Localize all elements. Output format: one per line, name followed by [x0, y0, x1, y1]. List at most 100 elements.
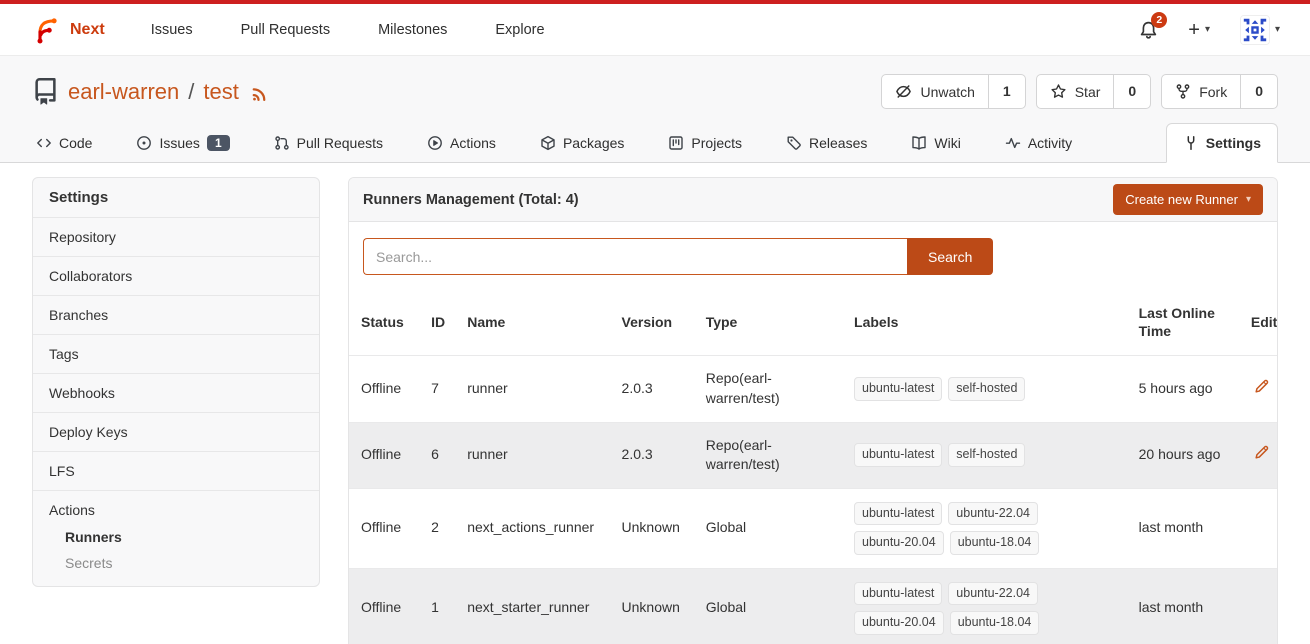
label-pill: ubuntu-22.04 [948, 582, 1038, 606]
tag-icon [786, 135, 802, 151]
plus-icon: + [1188, 20, 1200, 40]
label-pill: self-hosted [948, 443, 1025, 467]
label-pill: self-hosted [948, 377, 1025, 401]
panel-header: Runners Management (Total: 4) Create new… [349, 178, 1277, 222]
unwatch-button[interactable]: Unwatch [882, 75, 987, 108]
repo-action-buttons: Unwatch 1 Star 0 [881, 74, 1278, 109]
unwatch-label: Unwatch [920, 84, 974, 100]
edit-runner-button[interactable] [1253, 444, 1270, 461]
tab-settings[interactable]: Settings [1166, 123, 1278, 163]
runner-labels: ubuntu-latest self-hosted [854, 443, 1054, 467]
edit-runner-button[interactable] [1253, 378, 1270, 395]
label-pill: ubuntu-latest [854, 582, 942, 606]
table-row: Offline 1 next_starter_runner Unknown Gl… [349, 568, 1277, 644]
star-button-group: Star 0 [1036, 74, 1151, 109]
forgejo-logo-icon [30, 15, 60, 45]
forks-count[interactable]: 0 [1240, 75, 1277, 108]
settings-sidebar: Settings Repository Collaborators Branch… [32, 177, 320, 587]
tab-projects[interactable]: Projects [664, 124, 746, 162]
runner-id: 6 [419, 422, 455, 488]
label-pill: ubuntu-18.04 [950, 531, 1040, 555]
rss-feed-icon[interactable] [250, 83, 270, 103]
create-new-menu[interactable]: + ▾ [1188, 20, 1210, 40]
label-pill: ubuntu-20.04 [854, 611, 944, 635]
label-pill: ubuntu-latest [854, 443, 942, 467]
user-menu[interactable]: ▾ [1240, 15, 1280, 45]
star-button[interactable]: Star [1037, 75, 1114, 108]
runner-status: Offline [349, 488, 419, 568]
create-runner-button[interactable]: Create new Runner ▾ [1113, 184, 1263, 215]
col-id: ID [419, 289, 455, 356]
tab-packages[interactable]: Packages [536, 124, 628, 162]
runner-name: runner [455, 422, 609, 488]
home-brand-link[interactable]: Next [30, 15, 105, 45]
runner-last-online: 5 hours ago [1127, 356, 1239, 422]
runner-version: 2.0.3 [610, 422, 694, 488]
table-row: Offline 2 next_actions_runner Unknown Gl… [349, 488, 1277, 568]
sidebar-item-secrets[interactable]: Secrets [33, 550, 319, 576]
watchers-count[interactable]: 1 [988, 75, 1025, 108]
notifications-button[interactable]: 2 [1139, 20, 1158, 40]
stars-count[interactable]: 0 [1113, 75, 1150, 108]
nav-link-pull-requests[interactable]: Pull Requests [241, 22, 330, 38]
runner-name: next_actions_runner [455, 488, 609, 568]
tab-pull-requests[interactable]: Pull Requests [270, 124, 387, 162]
issues-count-badge: 1 [207, 135, 230, 151]
navbar-right: 2 + ▾ ▾ [1139, 15, 1280, 45]
sidebar-item-deploy-keys[interactable]: Deploy Keys [33, 412, 319, 451]
chevron-down-icon: ▾ [1205, 24, 1210, 35]
repo-separator: / [188, 79, 194, 105]
play-circle-icon [427, 135, 443, 151]
nav-link-milestones[interactable]: Milestones [378, 22, 447, 38]
wrench-icon [1183, 135, 1199, 151]
search-row: Search [349, 222, 1277, 289]
tab-actions[interactable]: Actions [423, 124, 500, 162]
sidebar-header-settings: Settings [33, 178, 319, 217]
chevron-down-icon: ▾ [1246, 194, 1251, 205]
table-header-row: Status ID Name Version Type Labels Last … [349, 289, 1277, 356]
book-icon [911, 135, 927, 151]
chevron-down-icon: ▾ [1275, 24, 1280, 35]
sidebar-item-collaborators[interactable]: Collaborators [33, 256, 319, 295]
tab-issues[interactable]: Issues 1 [132, 124, 233, 162]
repo-owner-link[interactable]: earl-warren [68, 79, 179, 105]
label-pill: ubuntu-latest [854, 377, 942, 401]
nav-link-issues[interactable]: Issues [151, 22, 193, 38]
sidebar-item-webhooks[interactable]: Webhooks [33, 373, 319, 412]
runner-type: Repo(earl-warren/test) [706, 369, 822, 408]
col-status: Status [349, 289, 419, 356]
fork-button[interactable]: Fork [1162, 75, 1240, 108]
nav-link-explore[interactable]: Explore [495, 22, 544, 38]
tab-releases[interactable]: Releases [782, 124, 871, 162]
runner-name: runner [455, 356, 609, 422]
sidebar-item-lfs[interactable]: LFS [33, 451, 319, 490]
label-pill: ubuntu-latest [854, 502, 942, 526]
runners-table: Status ID Name Version Type Labels Last … [349, 289, 1277, 644]
search-input[interactable] [363, 238, 907, 275]
sidebar-item-repository[interactable]: Repository [33, 217, 319, 256]
runner-name: next_starter_runner [455, 568, 609, 644]
col-labels: Labels [842, 289, 1127, 356]
runner-id: 2 [419, 488, 455, 568]
runner-version: 2.0.3 [610, 356, 694, 422]
repo-name-link[interactable]: test [203, 79, 238, 105]
label-pill: ubuntu-20.04 [854, 531, 944, 555]
search-button[interactable]: Search [907, 238, 993, 275]
sidebar-item-branches[interactable]: Branches [33, 295, 319, 334]
sidebar-item-runners[interactable]: Runners [33, 524, 319, 550]
col-type: Type [694, 289, 842, 356]
page-content: Settings Repository Collaborators Branch… [0, 163, 1310, 644]
eye-slash-icon [895, 83, 912, 100]
table-row: Offline 6 runner 2.0.3 Repo(earl-warren/… [349, 422, 1277, 488]
col-last-online: Last Online Time [1127, 289, 1239, 356]
tab-wiki[interactable]: Wiki [907, 124, 964, 162]
project-board-icon [668, 135, 684, 151]
tab-activity[interactable]: Activity [1001, 124, 1076, 162]
runner-version: Unknown [610, 488, 694, 568]
tab-code[interactable]: Code [32, 124, 96, 162]
runner-type: Global [706, 518, 822, 538]
sidebar-item-actions[interactable]: Actions [33, 502, 319, 524]
runner-labels: ubuntu-latest self-hosted [854, 377, 1054, 401]
sidebar-item-tags[interactable]: Tags [33, 334, 319, 373]
repo-header-zone: earl-warren / test [0, 56, 1310, 163]
